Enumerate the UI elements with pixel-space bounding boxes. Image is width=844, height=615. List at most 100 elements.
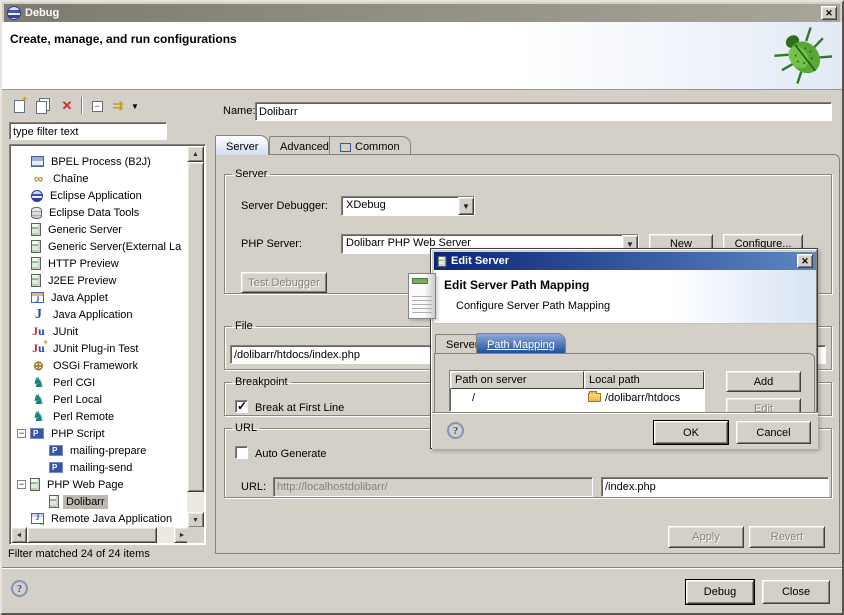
php-script-icon <box>30 428 44 439</box>
tree-item-junit[interactable]: JuJUnit <box>11 323 190 340</box>
tree-item-remote-java-application[interactable]: Remote Java Application <box>11 510 190 527</box>
scroll-down-button[interactable]: ▼ <box>187 512 204 528</box>
tree-item-mailing-prepare[interactable]: mailing-prepare <box>11 442 190 459</box>
help-icon[interactable]: ? <box>11 580 28 597</box>
apply-button[interactable]: Apply <box>668 526 744 548</box>
edit-server-close-button[interactable]: ✕ <box>797 254 813 268</box>
java-applet-icon <box>31 292 44 303</box>
ok-button[interactable]: OK <box>654 421 728 444</box>
tree-item-generic-server-external-la[interactable]: Generic Server(External La <box>11 238 190 255</box>
name-input-text[interactable] <box>259 106 828 118</box>
edit-server-title-bar[interactable]: Edit Server ✕ <box>434 252 816 270</box>
delete-config-icon[interactable]: ✕ <box>57 97 77 115</box>
scroll-up-button[interactable]: ▲ <box>187 146 204 162</box>
url-path-input[interactable] <box>601 477 829 497</box>
tree-item-label: Perl Remote <box>50 410 117 424</box>
tree-item-label: J2EE Preview <box>45 274 119 288</box>
window-close-button[interactable]: ✕ <box>821 6 837 20</box>
tree-item-php-script[interactable]: − PHP Script <box>11 425 190 442</box>
tree-item-label: Eclipse Application <box>47 189 145 203</box>
test-debugger-button[interactable]: Test Debugger <box>241 272 327 293</box>
tree-item-mailing-send[interactable]: mailing-send <box>11 459 190 476</box>
cancel-button[interactable]: Cancel <box>736 421 811 444</box>
edit-server-title: Edit Server <box>451 255 509 267</box>
tree-item-label: PHP Script <box>48 427 108 441</box>
tree-item-bpel-process-b2j[interactable]: BPEL Process (B2J) <box>11 153 190 170</box>
break-first-line-label: Break at First Line <box>255 402 344 414</box>
tree-item-dolibarr[interactable]: Dolibarr <box>11 493 190 510</box>
tree-item-eclipse-data-tools[interactable]: Eclipse Data Tools <box>11 204 190 221</box>
debug-button[interactable]: Debug <box>686 580 754 604</box>
dialog-help-icon[interactable]: ? <box>447 422 464 439</box>
tree-item-java-application[interactable]: Java Application <box>11 306 190 323</box>
tree-item-generic-server[interactable]: Generic Server <box>11 221 190 238</box>
tree-item-junit-plug-in-test[interactable]: Ju JUnit Plug-in Test <box>11 340 190 357</box>
add-mapping-button[interactable]: Add <box>726 371 801 392</box>
tree-item-http-preview[interactable]: HTTP Preview <box>11 255 190 272</box>
url-path-input-text[interactable] <box>605 481 825 493</box>
combo-arrow-icon[interactable]: ▼ <box>458 197 474 215</box>
tree-item-label: Chaîne <box>50 172 91 186</box>
perl-icon <box>31 393 46 407</box>
collapse-all-icon[interactable]: − <box>87 97 107 115</box>
dialog-tab-path-mapping[interactable]: Path Mapping <box>476 333 566 353</box>
revert-button[interactable]: Revert <box>749 526 825 548</box>
tree-item-label: Remote Java Application <box>48 512 175 526</box>
column-header-path-on-server: Path on server <box>450 371 584 389</box>
url-base-field: http://localhostdolibarr/ <box>273 477 593 497</box>
duplicate-config-icon[interactable] <box>33 97 53 115</box>
filter-input-text[interactable] <box>13 126 163 138</box>
launch-type-tree: BPEL Process (B2J) Chaîne Eclipse Applicat… <box>9 144 206 545</box>
junit-plugin-icon: Ju <box>31 342 46 356</box>
tree-item-label: JUnit Plug-in Test <box>50 342 141 356</box>
scroll-left-button[interactable]: ◄ <box>11 527 27 543</box>
tree-item-label: Dolibarr <box>63 495 108 509</box>
tree-item-php-web-page[interactable]: − PHP Web Page <box>11 476 190 493</box>
breakpoint-group-legend: Breakpoint <box>232 376 291 388</box>
new-config-icon[interactable] <box>9 97 29 115</box>
table-row[interactable]: / /dolibarr/htdocs <box>450 389 704 406</box>
tree-item-perl-cgi[interactable]: Perl CGI <box>11 374 190 391</box>
tree-item-osgi-framework[interactable]: OSGi Framework <box>11 357 190 374</box>
dropdown-arrow-icon[interactable]: ▼ <box>129 97 141 115</box>
filter-launch-icon[interactable]: ⇉ <box>108 97 128 115</box>
tree-item-cha-ne[interactable]: Chaîne <box>11 170 190 187</box>
server-debugger-combo[interactable]: XDebug ▼ <box>341 196 475 216</box>
tree-item-label: Generic Server <box>45 223 125 237</box>
tree-item-label: Java Applet <box>48 291 111 305</box>
server-icon <box>31 257 41 270</box>
debug-configurations-window: Debug ✕ Create, manage, and run configur… <box>0 0 844 615</box>
auto-generate-label: Auto Generate <box>255 448 327 460</box>
break-first-line-checkbox[interactable] <box>235 400 248 413</box>
edit-server-dialog: Edit Server ✕ Edit Server Path Mapping C… <box>430 248 818 449</box>
tree-item-java-applet[interactable]: Java Applet <box>11 289 190 306</box>
server-icon <box>31 223 41 236</box>
tree-expander-icon[interactable]: − <box>17 429 26 438</box>
tree-item-perl-remote[interactable]: Perl Remote <box>11 408 190 425</box>
eclipse-application-icon <box>31 190 43 202</box>
url-label: URL: <box>241 481 266 493</box>
server-icon <box>31 274 41 287</box>
close-button[interactable]: Close <box>762 580 830 604</box>
toolbar-separator <box>81 97 83 114</box>
window-title-bar[interactable]: Debug ✕ <box>4 4 840 22</box>
php-script-icon <box>49 462 63 473</box>
name-input[interactable] <box>255 102 832 121</box>
tab-server[interactable]: Server <box>215 135 269 155</box>
name-label: Name: <box>223 105 255 117</box>
tree-hscrollbar[interactable]: ◄ ► <box>11 527 190 543</box>
hscroll-thumb[interactable] <box>27 527 157 543</box>
tree-expander-icon[interactable]: − <box>17 480 26 489</box>
cell-local-path: /dolibarr/htdocs <box>584 392 704 404</box>
vscroll-thumb[interactable] <box>187 162 204 492</box>
tree-item-label: PHP Web Page <box>44 478 127 492</box>
path-mapping-table: Path on server Local path / /dolibarr/ht… <box>449 370 705 412</box>
auto-generate-checkbox[interactable] <box>235 446 248 459</box>
tree-item-eclipse-application[interactable]: Eclipse Application <box>11 187 190 204</box>
filter-input[interactable] <box>9 122 167 140</box>
tree-item-j2ee-preview[interactable]: J2EE Preview <box>11 272 190 289</box>
tree-viewport: BPEL Process (B2J) Chaîne Eclipse Applicat… <box>11 146 190 528</box>
tab-common[interactable]: Common <box>329 136 411 155</box>
tree-item-perl-local[interactable]: Perl Local <box>11 391 190 408</box>
tree-vscrollbar[interactable]: ▲ ▼ <box>187 146 204 528</box>
